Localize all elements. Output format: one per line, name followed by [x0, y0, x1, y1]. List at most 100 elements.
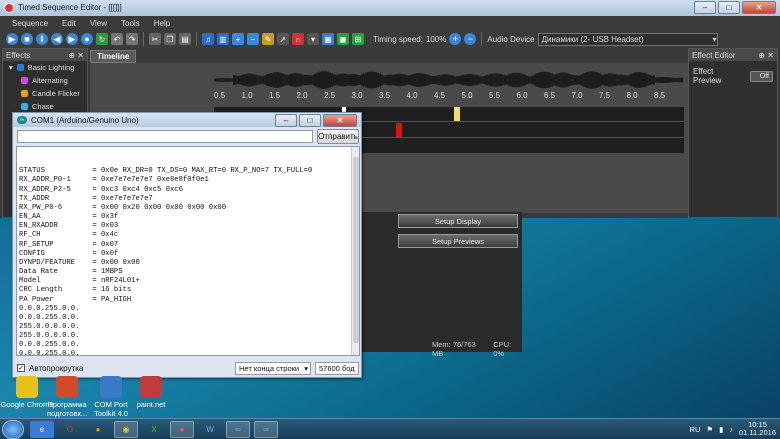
- effect-editor-panel: Effect Editor ⊕ ✕ Effect Preview Off: [688, 48, 778, 218]
- cut-icon[interactable]: ✂: [149, 33, 161, 45]
- tray-flag-icon[interactable]: ⚑: [706, 425, 713, 434]
- cursor-icon[interactable]: ➚: [277, 33, 289, 45]
- taskbar-chrome-icon[interactable]: ◉: [114, 421, 138, 438]
- menu-edit[interactable]: Edit: [62, 19, 76, 28]
- title-bar[interactable]: Timed Sequence Editor - [[[]]] – □ ✕: [0, 0, 780, 16]
- effect-preview-row: Effect Preview Off: [689, 61, 777, 91]
- close-button[interactable]: ✕: [323, 114, 357, 127]
- autoscroll-checkbox[interactable]: ✓: [17, 364, 25, 372]
- language-indicator[interactable]: RU: [690, 425, 701, 434]
- speed-down-icon[interactable]: −: [464, 33, 477, 45]
- taskbar-ie-icon[interactable]: e: [30, 421, 54, 438]
- audio-device-value: Динамики (2- USB Headset): [541, 34, 644, 44]
- equalizer-icon[interactable]: ▥: [217, 33, 229, 45]
- copy-icon[interactable]: ❐: [164, 33, 176, 45]
- taskbar-app-icon[interactable]: ●: [170, 421, 194, 438]
- start-button[interactable]: [2, 420, 24, 439]
- serial-output-line: Model = nRF24L01+: [19, 277, 140, 286]
- pause-icon[interactable]: ‖: [36, 33, 48, 45]
- tab-timeline[interactable]: Timeline: [90, 50, 136, 63]
- desktop-icon-label: paint.net: [136, 400, 166, 409]
- audio-waveform: [214, 71, 683, 89]
- effect-editor-header: Effect Editor ⊕ ✕: [689, 49, 777, 61]
- zoom-out-icon[interactable]: −: [247, 33, 259, 45]
- effect-editor-title: Effect Editor: [692, 50, 736, 60]
- pencil-icon[interactable]: ✎: [262, 33, 274, 45]
- serial-output-line: TX_ADDR = 0xe7e7e7e7e7: [19, 194, 153, 203]
- paste-icon[interactable]: ▤: [179, 33, 191, 45]
- play-icon[interactable]: ▶: [6, 33, 18, 45]
- desktop-icon-paint-net[interactable]: paint.net: [124, 376, 178, 409]
- record-icon[interactable]: ●: [81, 33, 93, 45]
- line-ending-select[interactable]: Нет конца строки ▾: [235, 362, 311, 375]
- music-icon[interactable]: ♫: [202, 33, 214, 45]
- play-range-icon[interactable]: ◼: [337, 33, 349, 45]
- undo-icon[interactable]: ↶: [111, 33, 123, 45]
- taskbar-arduino-icon[interactable]: ∞: [226, 421, 250, 438]
- serial-send-input[interactable]: [17, 130, 313, 143]
- speed-up-icon[interactable]: +: [449, 33, 462, 45]
- tray-network-icon[interactable]: ▮: [719, 425, 723, 434]
- timeline-marker-yellow[interactable]: [454, 107, 460, 121]
- program-icon: [56, 376, 78, 398]
- ruler-tick-label: 6.5: [544, 91, 556, 100]
- taskbar-word-icon[interactable]: W: [198, 421, 222, 438]
- serial-output[interactable]: STATUS = 0x0e RX_DR=0 TX_DS=0 MAX_RT=0 R…: [16, 146, 360, 356]
- serial-output-line: PA Power = PA_HIGH: [19, 295, 132, 304]
- serial-monitor-title-bar[interactable]: ∞ COM1 (Arduino/Genuino Uno) – □ ✕: [13, 113, 361, 127]
- effect-preview-toggle[interactable]: Off: [750, 70, 773, 82]
- menu-tools[interactable]: Tools: [121, 19, 140, 28]
- zoom-in-icon[interactable]: +: [232, 33, 244, 45]
- chase-icon: [21, 103, 28, 110]
- status-line: Mem: 76/763 MB CPU: 0%: [432, 340, 522, 358]
- redo-icon[interactable]: ↷: [126, 33, 138, 45]
- close-button[interactable]: ✕: [742, 1, 776, 14]
- pin-icon[interactable]: ⊕ ✕: [758, 51, 774, 60]
- taskbar-opera-icon[interactable]: O: [58, 421, 82, 438]
- vertical-scrollbar[interactable]: [351, 147, 359, 355]
- serial-output-line: 0.0.0.255.0.0.: [19, 350, 80, 356]
- minimize-button[interactable]: –: [694, 1, 716, 14]
- baud-rate-select[interactable]: 57600 бод: [315, 362, 359, 375]
- grid-icon[interactable]: ▦: [322, 33, 334, 45]
- maximize-button[interactable]: □: [299, 114, 321, 127]
- effects-group-basic-lighting[interactable]: ▾ Basic Lighting: [3, 61, 87, 74]
- menu-sequence[interactable]: Sequence: [12, 19, 48, 28]
- baud-rate-value: 57600 бод: [319, 364, 355, 373]
- audio-device-select[interactable]: Динамики (2- USB Headset) ▾: [537, 32, 718, 46]
- forward-icon[interactable]: ▶: [66, 33, 78, 45]
- collapse-icon[interactable]: ▾: [9, 63, 13, 72]
- pin-icon[interactable]: ⊕ ✕: [68, 51, 84, 60]
- cpu-status: CPU: 0%: [493, 340, 512, 358]
- taskbar-firefox-icon[interactable]: ●: [86, 421, 110, 438]
- tray-volume-icon[interactable]: ♪: [729, 425, 733, 434]
- time-ruler[interactable]: 0.5 1.0 1.5 2.0 2.5 3.0 3.5 4.0 4.5 5.0 5.5 6.0 6.5 7…: [214, 91, 684, 105]
- toolbar-separator: [143, 32, 144, 46]
- minimize-button[interactable]: –: [275, 114, 297, 127]
- menu-help[interactable]: Help: [154, 19, 170, 28]
- magnet-icon[interactable]: ∩: [292, 33, 304, 45]
- marker-icon[interactable]: ⊞: [352, 33, 364, 45]
- chevron-down-icon: ▾: [304, 364, 308, 373]
- scrollbar-thumb[interactable]: [353, 157, 359, 343]
- serial-bottom-bar: ✓ Автопрокрутка Нет конца строки ▾ 57600…: [13, 358, 361, 378]
- effect-block-red[interactable]: [396, 123, 402, 137]
- setup-previews-button[interactable]: Setup Previews: [398, 234, 518, 248]
- refresh-icon[interactable]: ↻: [96, 33, 108, 45]
- setup-display-button[interactable]: Setup Display: [398, 214, 518, 228]
- effect-item-candle-flicker[interactable]: Candle Flicker: [3, 87, 87, 100]
- taskbar-arduino-icon-2[interactable]: ∞: [254, 421, 278, 438]
- maximize-button[interactable]: □: [718, 1, 740, 14]
- effect-label: Alternating: [32, 76, 68, 85]
- taskbar-excel-icon[interactable]: X: [142, 421, 166, 438]
- dropdown-icon[interactable]: ▾: [307, 33, 319, 45]
- stop-icon[interactable]: ■: [21, 33, 33, 45]
- effect-item-alternating[interactable]: Alternating: [3, 74, 87, 87]
- rewind-icon[interactable]: ◀: [51, 33, 63, 45]
- menu-view[interactable]: View: [90, 19, 107, 28]
- window-controls: – □ ✕: [275, 114, 357, 127]
- send-button[interactable]: Отправить: [317, 129, 359, 144]
- ruler-tick-label: 4.0: [406, 91, 418, 100]
- serial-monitor-title: COM1 (Arduino/Genuino Uno): [31, 116, 139, 125]
- clock[interactable]: 10:15 01.11.2016: [739, 421, 776, 437]
